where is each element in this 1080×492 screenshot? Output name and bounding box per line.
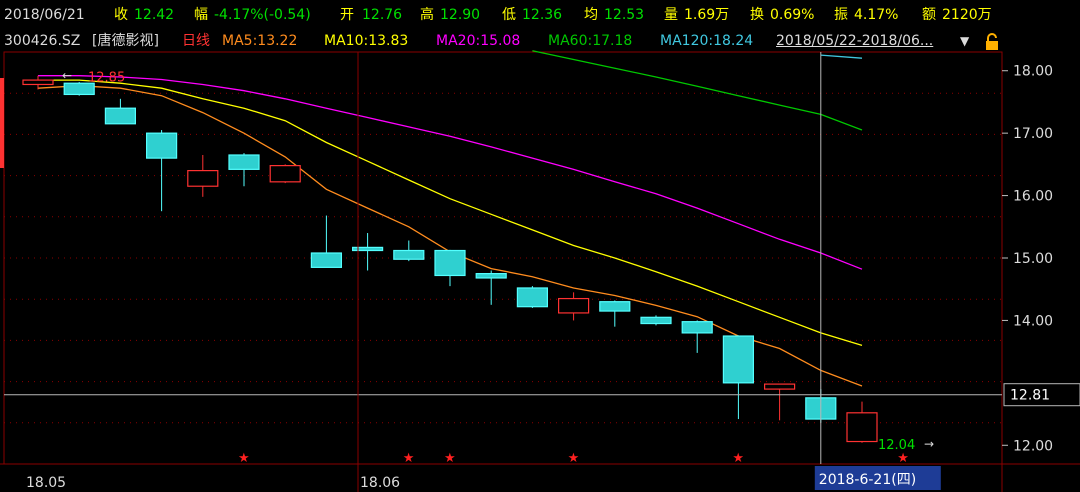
turnover-label: 换	[750, 7, 764, 23]
axis-tick-label: 14.00	[1013, 313, 1053, 329]
axis-tick-label: 18.00	[1013, 64, 1053, 80]
avg-label: 均	[584, 7, 598, 23]
candle-body	[681, 321, 713, 334]
turnover-value: 0.69%	[770, 7, 815, 23]
candle-body	[640, 316, 672, 325]
x-label: 18.05	[26, 475, 66, 491]
event-star: ★	[444, 451, 456, 466]
candle-body	[599, 301, 631, 312]
candle-body	[557, 297, 590, 314]
volume-value: 1.69万	[684, 7, 730, 23]
candle-body	[516, 287, 549, 308]
period-selector[interactable]: 日线	[182, 30, 210, 52]
high-marker: 12.85	[88, 71, 125, 86]
event-star: ★	[568, 451, 580, 466]
amplitude-label: 振	[834, 7, 848, 23]
quote-date: 2018/06/21	[4, 7, 85, 23]
high-arrow: ←	[62, 69, 72, 83]
high-label: 高	[420, 7, 434, 23]
event-star: ★	[403, 451, 415, 466]
candle-body	[393, 249, 425, 260]
candle-body	[187, 170, 219, 187]
chart-background	[0, 52, 1080, 492]
change-label: 幅	[194, 7, 208, 23]
ma60-value: MA60:17.18	[548, 33, 633, 49]
high-value: 12.90	[440, 7, 481, 23]
candle-body	[846, 412, 878, 443]
triangle-down-icon[interactable]: ▼	[960, 30, 969, 52]
low-label: 低	[502, 7, 516, 23]
stock-name: [唐德影视]	[92, 33, 159, 49]
candle-body	[722, 335, 755, 384]
low-value: 12.36	[522, 7, 563, 23]
close-value: 12.42	[134, 7, 175, 23]
low-marker: 12.04	[878, 438, 915, 453]
avg-value: 12.53	[604, 7, 645, 23]
indicator-bar: 300426.SZ [唐德影视] 日线 MA5:13.22 MA10:13.83…	[0, 30, 1080, 52]
stock-symbol: 300426.SZ	[4, 33, 81, 49]
candle	[516, 286, 549, 308]
candle-body	[763, 383, 796, 390]
crosshair-price: 12.81	[1010, 388, 1050, 404]
ma10-value: MA10:13.83	[324, 33, 409, 49]
open-label: 开	[340, 7, 354, 23]
candle-body	[228, 154, 260, 170]
close-label: 收	[114, 7, 128, 23]
low-arrow: →	[924, 437, 934, 451]
candle-body	[352, 246, 384, 252]
change-value: -4.17%(-0.54)	[214, 7, 311, 23]
candle-body	[475, 273, 507, 279]
candle-body	[146, 132, 178, 159]
candle-body	[22, 79, 54, 86]
axis-tick-label: 15.00	[1013, 251, 1053, 267]
ma5-value: MA5:13.22	[222, 33, 298, 49]
candle	[269, 164, 301, 184]
candle-body	[269, 165, 301, 183]
axis-tick-label: 17.00	[1013, 126, 1053, 142]
event-star: ★	[732, 451, 744, 466]
candle-body	[104, 107, 137, 125]
amount-label: 额	[922, 7, 936, 23]
amplitude-value: 4.17%	[854, 7, 899, 23]
open-value: 12.76	[362, 7, 403, 23]
ma20-value: MA20:15.08	[436, 33, 521, 49]
lock-icon[interactable]	[983, 33, 1001, 51]
cursor-date: 2018-6-21(四)	[819, 472, 916, 488]
chart-grid	[0, 51, 1080, 492]
axis-tick-label: 12.00	[1013, 438, 1053, 454]
volume-label: 量	[664, 7, 678, 23]
candle-body	[310, 252, 342, 268]
amount-value: 2120万	[942, 7, 992, 23]
kline-chart[interactable]: 18.00 17.00 16.00 15.00 14.00 12.00 12.81 2018…	[0, 0, 1080, 492]
ma120-value: MA120:18.24	[660, 33, 754, 49]
quote-bar: 2018/06/21 收 12.42 幅 -4.17%(-0.54) 开 12.…	[0, 0, 1080, 30]
event-star: ★	[238, 451, 250, 466]
event-star: ★	[897, 451, 909, 466]
x-label: 18.06	[360, 475, 400, 491]
date-range-selector[interactable]: 2018/05/22-2018/06...	[776, 30, 933, 52]
left-edge-marker	[0, 78, 4, 168]
candle-body	[434, 249, 466, 277]
axis-tick-label: 16.00	[1013, 189, 1053, 205]
candle	[640, 315, 672, 326]
